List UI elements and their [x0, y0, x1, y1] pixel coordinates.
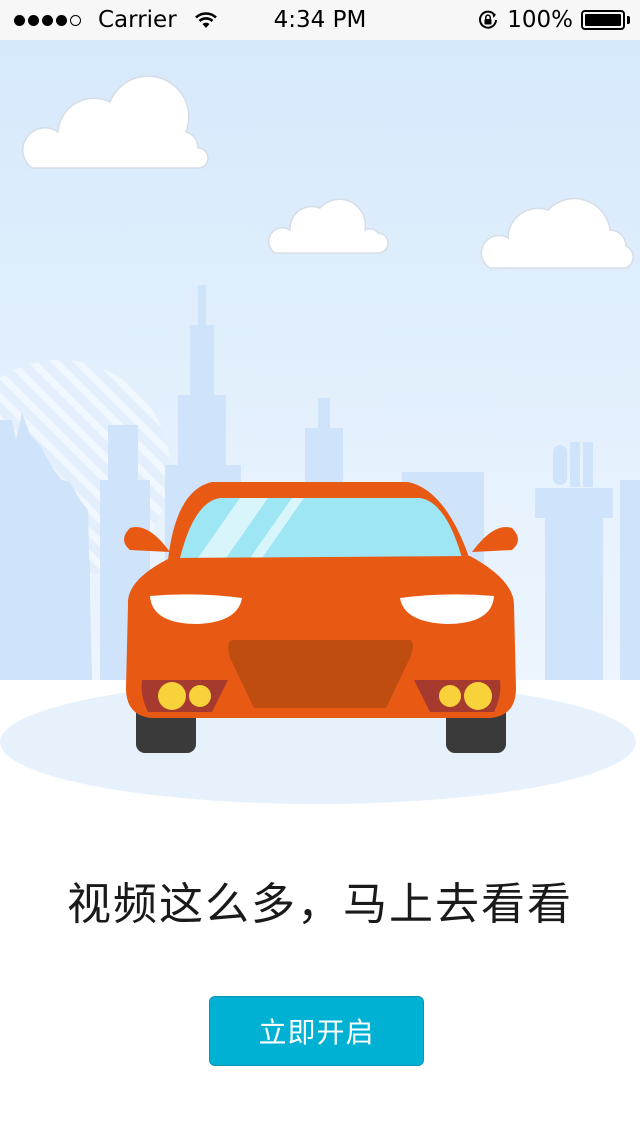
- battery-icon: [581, 10, 625, 30]
- onboarding-screen: Carrier 4:34 PM 100% 视频这么多，马上去看看 立即开启: [0, 0, 640, 1136]
- car-city-illustration: [0, 40, 640, 810]
- rotation-lock-icon: [479, 10, 498, 29]
- status-right: 100%: [477, 0, 630, 40]
- onboarding-slogan: 视频这么多，马上去看看: [67, 879, 573, 930]
- start-now-button[interactable]: 立即开启: [209, 996, 424, 1066]
- battery-percentage: 100%: [507, 7, 573, 33]
- hero-illustration: [0, 40, 640, 810]
- status-bar: Carrier 4:34 PM 100%: [0, 0, 640, 40]
